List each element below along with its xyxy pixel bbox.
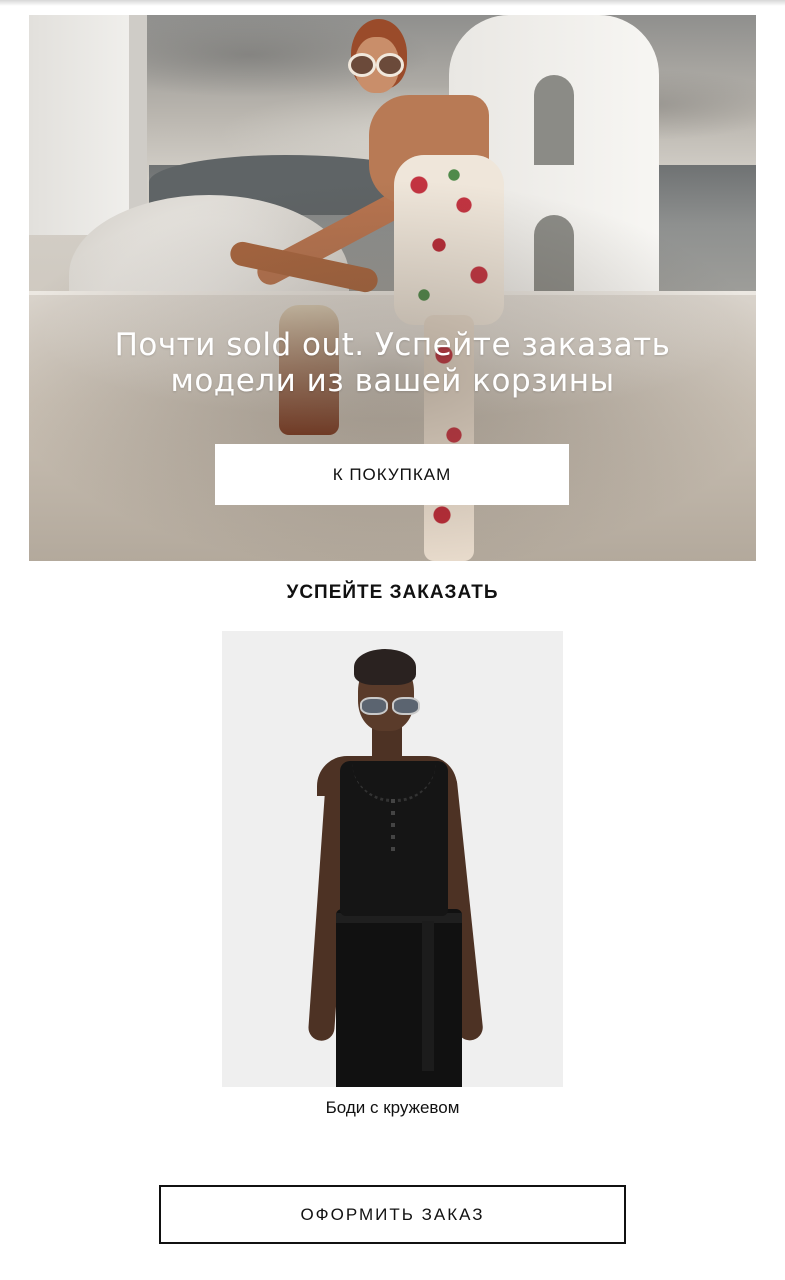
product-model-sunglasses [358, 697, 422, 715]
top-edge-shadow [0, 0, 785, 6]
product-buttons [391, 799, 395, 859]
hero-headline: Почти sold out. Успейте заказать модели … [29, 327, 756, 399]
shop-now-button[interactable]: К ПОКУПКАМ [215, 444, 569, 505]
product-model-belt-tail [422, 921, 434, 1071]
product-name[interactable]: Боди с кружевом [222, 1098, 563, 1118]
product-model-hair [354, 649, 416, 685]
product-image[interactable] [222, 631, 563, 1087]
hero-headline-line1: Почти sold out. Успейте заказать [114, 327, 671, 363]
hero-banner[interactable]: Почти sold out. Успейте заказать модели … [29, 15, 756, 561]
checkout-button[interactable]: ОФОРМИТЬ ЗАКАЗ [159, 1185, 626, 1244]
hero-headline-line2: модели из вашей корзины [170, 363, 615, 399]
product-model-trousers [336, 909, 462, 1087]
product-card[interactable]: Боди с кружевом [222, 631, 563, 1131]
section-title: УСПЕЙТЕ ЗАКАЗАТЬ [286, 582, 499, 603]
